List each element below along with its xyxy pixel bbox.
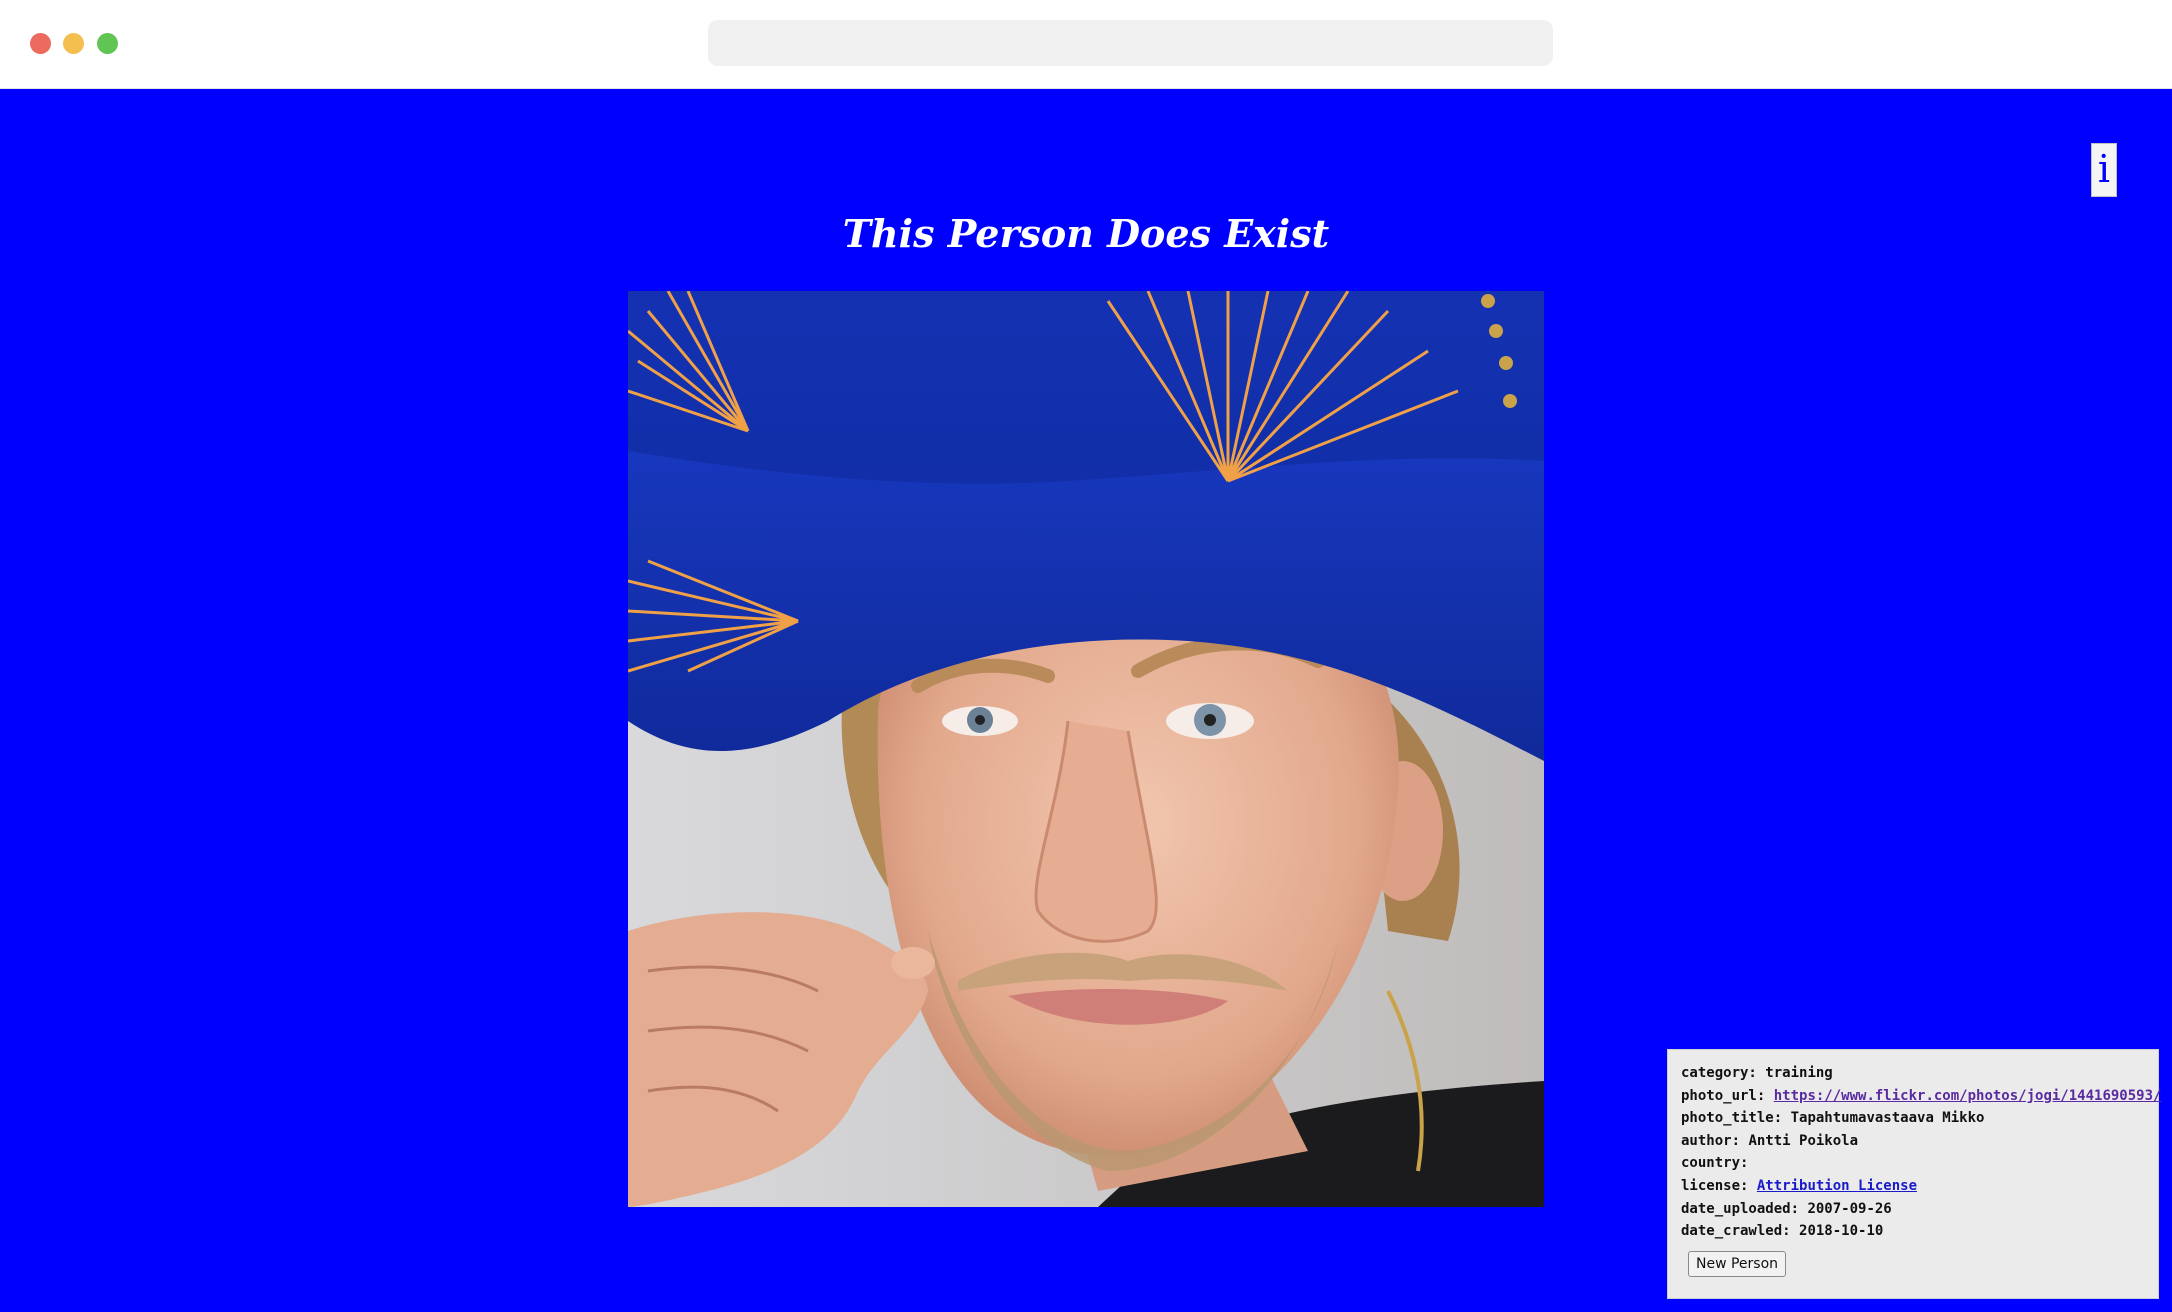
photo-metadata-panel: category: training photo_url: https://ww… bbox=[1667, 1049, 2161, 1299]
page-viewport: i This Person Does Exist category: train… bbox=[0, 89, 2172, 1312]
author-row: author: Antti Poikola bbox=[1681, 1130, 2158, 1153]
maximize-window-button[interactable] bbox=[97, 33, 118, 54]
minimize-window-button[interactable] bbox=[63, 33, 84, 54]
category-label: category: bbox=[1681, 1065, 1757, 1081]
address-bar[interactable] bbox=[708, 20, 1553, 66]
author-value: Antti Poikola bbox=[1748, 1132, 1859, 1149]
license-row: license: Attribution License bbox=[1681, 1175, 2158, 1198]
new-person-button[interactable]: New Person bbox=[1688, 1250, 1787, 1277]
photo-url-row: photo_url: https://www.flickr.com/photos… bbox=[1681, 1085, 2161, 1108]
date-crawled-row: date_crawled: 2018-10-10 bbox=[1681, 1220, 2158, 1243]
country-label: country: bbox=[1681, 1155, 1749, 1172]
photo-url-link[interactable]: https://www.flickr.com/photos/jogi/14416… bbox=[1774, 1088, 2162, 1104]
date-crawled-label: date_crawled: bbox=[1681, 1223, 1791, 1240]
date-uploaded-value: 2007-09-26 bbox=[1807, 1200, 1892, 1217]
photo-url-label: photo_url: bbox=[1681, 1087, 1766, 1104]
country-row: country: bbox=[1681, 1152, 2158, 1175]
date-uploaded-label: date_uploaded: bbox=[1681, 1200, 1800, 1217]
category-value: training bbox=[1765, 1065, 1833, 1081]
photo-title-value: Tapahtumavastaava Mikko bbox=[1790, 1110, 1985, 1127]
author-label: author: bbox=[1681, 1132, 1741, 1149]
photo-title-label: photo_title: bbox=[1681, 1110, 1783, 1127]
person-photo bbox=[628, 291, 1544, 1207]
close-window-button[interactable] bbox=[30, 33, 51, 54]
license-link[interactable]: Attribution License bbox=[1757, 1178, 1917, 1194]
page-title: This Person Does Exist bbox=[842, 211, 1330, 256]
license-label: license: bbox=[1681, 1177, 1749, 1194]
photo-title-row: photo_title: Tapahtumavastaava Mikko bbox=[1681, 1107, 2158, 1130]
date-crawled-value: 2018-10-10 bbox=[1799, 1223, 1884, 1240]
date-uploaded-row: date_uploaded: 2007-09-26 bbox=[1681, 1198, 2158, 1221]
info-button[interactable]: i bbox=[2091, 143, 2117, 197]
browser-toolbar bbox=[0, 0, 2172, 89]
category-row: category: training bbox=[1681, 1062, 2158, 1085]
